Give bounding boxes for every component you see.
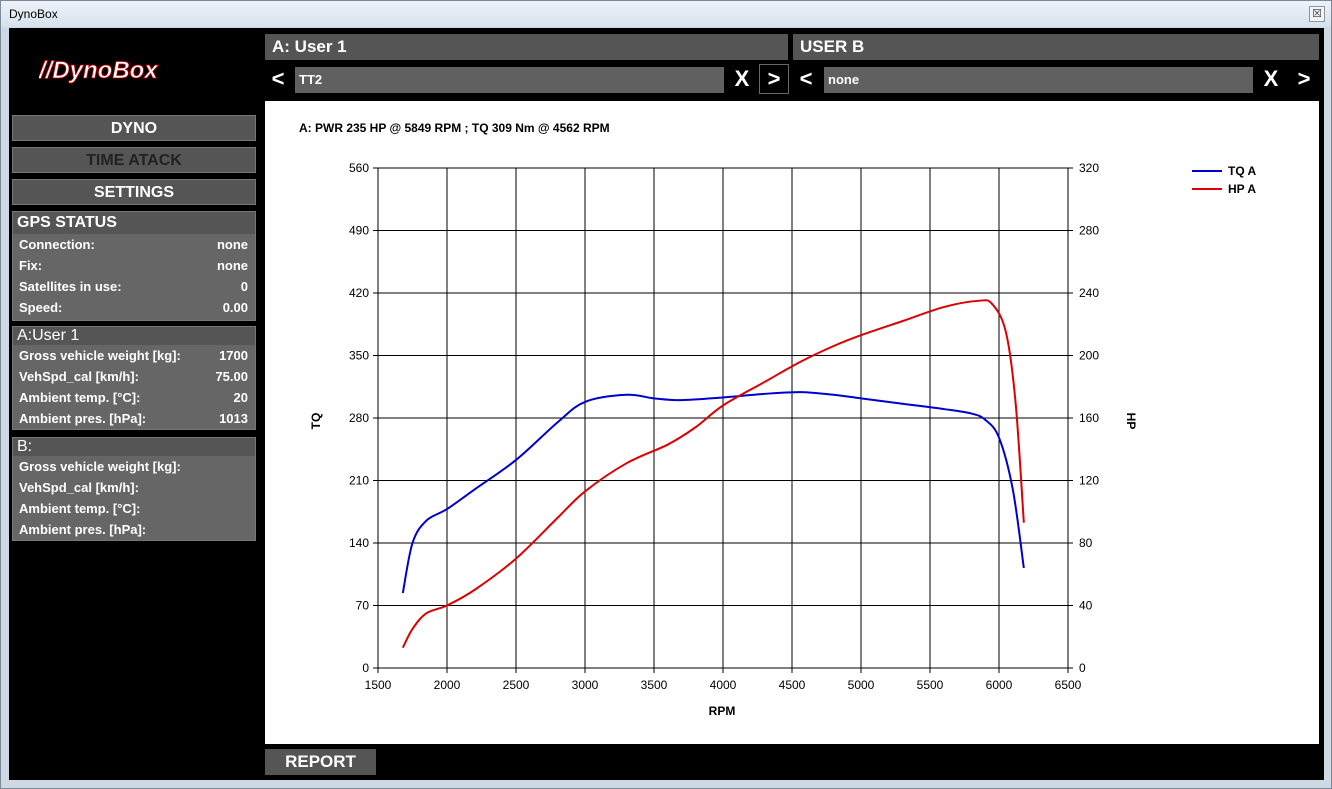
b-run-select[interactable]: none: [824, 67, 1253, 93]
y-left-tick-label: 280: [349, 411, 369, 425]
gps-value: 0.00: [222, 300, 248, 315]
y-left-tick-label: 0: [362, 661, 369, 675]
user-a-row: VehSpd_cal [km/h]: 75.00: [13, 366, 255, 387]
dyno-chart-area: A: PWR 235 HP @ 5849 RPM ; TQ 309 Nm @ 4…: [265, 101, 1319, 744]
a-prev-button[interactable]: <: [263, 65, 293, 95]
gps-label: Fix:: [19, 258, 43, 273]
report-button[interactable]: REPORT: [265, 749, 376, 775]
gps-label: Satellites in use:: [19, 279, 122, 294]
main-window: DynoBox ☒ //DynoBox DYNO TIME ATACK SETT…: [0, 0, 1332, 789]
window-title: DynoBox: [9, 7, 58, 21]
a-next-button[interactable]: >: [759, 64, 789, 94]
gps-label: Connection:: [19, 237, 95, 252]
y-right-tick-label: 120: [1079, 474, 1099, 488]
param-label: VehSpd_cal [km/h]:: [19, 369, 139, 384]
close-icon[interactable]: ☒: [1309, 6, 1325, 22]
legend-label: TQ A: [1228, 164, 1257, 178]
y-left-tick-label: 490: [349, 224, 369, 238]
user-a-panel: A:User 1 Gross vehicle weight [kg]: 1700 …: [12, 326, 256, 430]
x-tick-label: 6500: [1055, 678, 1082, 692]
x-tick-label: 4500: [779, 678, 806, 692]
param-label: VehSpd_cal [km/h]:: [19, 480, 139, 495]
gps-row: Speed: 0.00: [13, 297, 255, 318]
y-left-tick-label: 140: [349, 536, 369, 550]
y-axis-left-label: TQ: [309, 413, 323, 430]
dyno-chart: A: PWR 235 HP @ 5849 RPM ; TQ 309 Nm @ 4…: [299, 121, 1257, 718]
param-value: 1013: [219, 411, 248, 426]
y-left-tick-label: 560: [349, 161, 369, 175]
a-clear-button[interactable]: X: [727, 65, 757, 95]
x-tick-label: 3000: [572, 678, 599, 692]
param-label: Ambient pres. [hPa]:: [19, 522, 147, 537]
param-value: 75.00: [215, 369, 248, 384]
client-area: //DynoBox DYNO TIME ATACK SETTINGS GPS S…: [9, 28, 1324, 780]
user-b-row: VehSpd_cal [km/h]:: [13, 477, 255, 498]
b-clear-button[interactable]: X: [1256, 65, 1286, 95]
y-right-tick-label: 80: [1079, 536, 1093, 550]
gps-row: Satellites in use: 0: [13, 276, 255, 297]
user-a-row: Ambient pres. [hPa]: 1013: [13, 408, 255, 429]
user-a-row: Ambient temp. [°C]: 20: [13, 387, 255, 408]
gps-value: none: [216, 237, 248, 252]
title-bar: DynoBox ☒: [1, 1, 1331, 27]
user-a-header: A: User 1: [265, 34, 788, 60]
chart-title: A: PWR 235 HP @ 5849 RPM ; TQ 309 Nm @ 4…: [299, 121, 610, 135]
param-label: Gross vehicle weight [kg]:: [19, 459, 181, 474]
y-left-tick-label: 210: [349, 474, 369, 488]
gps-row: Connection: none: [13, 234, 255, 255]
gps-label: Speed:: [19, 300, 63, 315]
y-right-tick-label: 200: [1079, 349, 1099, 363]
y-right-tick-label: 240: [1079, 286, 1099, 300]
a-run-select[interactable]: TT2: [295, 67, 724, 93]
gps-value: none: [216, 258, 248, 273]
param-label: Ambient temp. [°C]:: [19, 390, 141, 405]
user-a-title: A:User 1: [13, 327, 255, 345]
x-tick-label: 2500: [503, 678, 530, 692]
time-attack-button[interactable]: TIME ATACK: [12, 147, 256, 173]
user-b-row: Ambient temp. [°C]:: [13, 498, 255, 519]
tq-a-line: [401, 391, 1025, 594]
user-b-row: Ambient pres. [hPa]:: [13, 519, 255, 540]
gps-row: Fix: none: [13, 255, 255, 276]
y-left-tick-label: 350: [349, 349, 369, 363]
legend-label: HP A: [1228, 182, 1256, 196]
x-tick-label: 2000: [434, 678, 461, 692]
x-tick-label: 5000: [848, 678, 875, 692]
user-b-header: USER B: [793, 34, 1319, 60]
svg-text://DynoBox: //DynoBox: [39, 57, 159, 84]
dynobox-logo: //DynoBox: [39, 57, 160, 85]
gps-status-title: GPS STATUS: [13, 212, 255, 234]
x-axis-label: RPM: [709, 704, 736, 718]
x-tick-label: 6000: [986, 678, 1013, 692]
y-left-tick-label: 420: [349, 286, 369, 300]
y-axis-right-label: HP: [1124, 413, 1138, 430]
param-value: 1700: [219, 348, 248, 363]
y-left-tick-label: 70: [356, 599, 370, 613]
param-label: Ambient pres. [hPa]:: [19, 411, 147, 426]
user-b-panel: B: Gross vehicle weight [kg]: VehSpd_cal…: [12, 437, 256, 541]
y-right-tick-label: 160: [1079, 411, 1099, 425]
b-next-button[interactable]: >: [1289, 65, 1319, 95]
param-label: Ambient temp. [°C]:: [19, 501, 141, 516]
x-tick-label: 3500: [641, 678, 668, 692]
user-a-row: Gross vehicle weight [kg]: 1700: [13, 345, 255, 366]
x-tick-label: 5500: [917, 678, 944, 692]
user-b-title: B:: [13, 438, 255, 456]
settings-button[interactable]: SETTINGS: [12, 179, 256, 205]
dyno-button[interactable]: DYNO: [12, 115, 256, 141]
b-prev-button[interactable]: <: [791, 65, 821, 95]
param-value: 20: [233, 390, 248, 405]
y-right-tick-label: 320: [1079, 161, 1099, 175]
user-b-row: Gross vehicle weight [kg]:: [13, 456, 255, 477]
gps-value: 0: [240, 279, 248, 294]
param-label: Gross vehicle weight [kg]:: [19, 348, 181, 363]
x-tick-label: 1500: [365, 678, 392, 692]
y-right-tick-label: 40: [1079, 599, 1093, 613]
x-tick-label: 4000: [710, 678, 737, 692]
y-right-tick-label: 280: [1079, 224, 1099, 238]
gps-status-panel: GPS STATUS Connection: none Fix: none Sate…: [12, 211, 256, 321]
y-right-tick-label: 0: [1079, 661, 1086, 675]
